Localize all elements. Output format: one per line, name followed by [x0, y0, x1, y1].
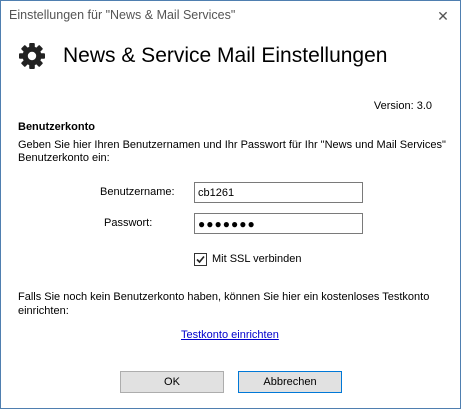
- ssl-checkbox-label[interactable]: Mit SSL verbinden: [212, 253, 301, 265]
- page-title: News & Service Mail Einstellungen: [63, 44, 388, 67]
- signup-text: Falls Sie noch kein Benutzerkonto haben,…: [18, 291, 430, 317]
- dialog-content: News & Service Mail Einstellungen Versio…: [1, 31, 460, 408]
- ok-button[interactable]: OK: [120, 371, 224, 393]
- username-label: Benutzername:: [100, 186, 175, 198]
- account-heading: Benutzerkonto: [18, 121, 95, 133]
- ssl-checkbox[interactable]: [194, 253, 207, 266]
- title-bar: Einstellungen für "News & Mail Services"…: [1, 1, 460, 31]
- version-label: Version: 3.0: [373, 100, 432, 112]
- close-icon: ✕: [437, 7, 449, 24]
- password-input[interactable]: [194, 213, 363, 234]
- password-label: Passwort:: [104, 217, 153, 229]
- cancel-button[interactable]: Abbrechen: [238, 371, 342, 393]
- window-title: Einstellungen für "News & Mail Services": [9, 8, 236, 22]
- username-input[interactable]: [194, 182, 363, 203]
- gear-icon: [17, 41, 47, 71]
- account-intro-text: Geben Sie hier Ihren Benutzernamen und I…: [18, 139, 446, 164]
- create-test-account-link[interactable]: Testkonto einrichten: [181, 329, 279, 341]
- checkmark-icon: [196, 255, 205, 264]
- settings-dialog: Einstellungen für "News & Mail Services"…: [0, 0, 461, 409]
- close-button[interactable]: ✕: [426, 1, 460, 31]
